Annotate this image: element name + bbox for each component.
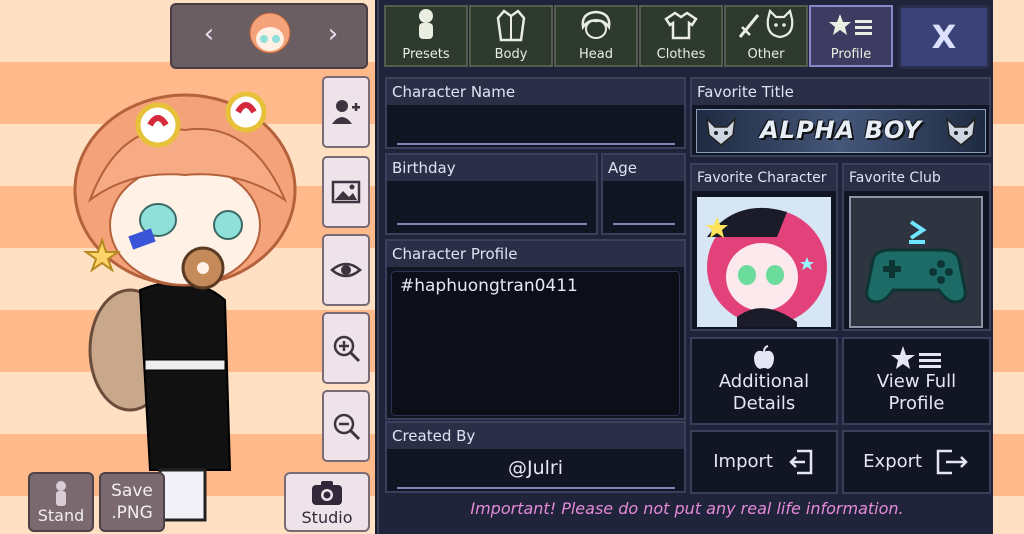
- created-by-underline: [397, 487, 675, 489]
- additional-details-button[interactable]: Additional Details: [690, 337, 838, 425]
- profile-panel: Presets Body Head Clothes Other Profile …: [377, 0, 993, 534]
- character-profile-textarea[interactable]: #haphuongtran0411: [391, 271, 680, 416]
- character-preview-stage: ‹ › Stand Save .PNG Studio: [0, 0, 375, 534]
- hair-icon: [581, 10, 611, 39]
- tab-other[interactable]: Other: [724, 5, 808, 67]
- gamepad-icon: [865, 220, 967, 304]
- jacket-icon: [496, 9, 526, 42]
- export-button[interactable]: Export: [842, 430, 991, 494]
- zoom-out-icon: [333, 413, 361, 441]
- next-character-icon[interactable]: ›: [318, 19, 348, 49]
- stand-figure-icon: [56, 481, 66, 506]
- tab-profile[interactable]: Profile: [809, 5, 893, 67]
- favorite-club-box: Favorite Club: [842, 163, 991, 331]
- preset-figure-icon: [419, 9, 433, 39]
- favorite-title-box: Favorite Title ALPHA BOY: [690, 77, 991, 157]
- age-label: Age: [603, 155, 684, 181]
- age-box: Age: [601, 153, 686, 235]
- character-name-box: Character Name: [385, 77, 686, 149]
- export-label: Export: [863, 451, 923, 472]
- character-illustration: [73, 91, 297, 522]
- created-by-box: Created By @Julri: [385, 421, 686, 493]
- sword-cat-icon: [738, 9, 794, 39]
- character-name-label: Character Name: [387, 79, 684, 105]
- camera-icon: [312, 481, 342, 505]
- png-label: .PNG: [111, 503, 153, 523]
- character-profile-label: Character Profile: [387, 241, 684, 267]
- favorite-title-label: Favorite Title: [692, 79, 989, 105]
- birthday-box: Birthday: [385, 153, 598, 235]
- favorite-club-label: Favorite Club: [844, 165, 989, 191]
- character-profile-text: #haphuongtran0411: [400, 276, 578, 296]
- background-strip: [993, 0, 1024, 534]
- eye-icon: [330, 262, 362, 278]
- character-selector: ‹ ›: [170, 3, 368, 69]
- stand-label: Stand: [37, 506, 85, 525]
- wolf-right-icon: [945, 116, 977, 146]
- created-by-label: Created By: [387, 423, 684, 449]
- wolf-left-icon: [705, 116, 737, 146]
- tab-label: Clothes: [656, 47, 706, 62]
- tab-label: Head: [579, 47, 613, 62]
- favorite-character-image[interactable]: [697, 197, 831, 327]
- zoom-in-button[interactable]: [322, 312, 370, 384]
- tab-label: Profile: [830, 47, 872, 62]
- tab-label: Presets: [402, 47, 450, 62]
- privacy-warning: Important! Please do not put any real li…: [470, 499, 904, 518]
- save-png-button[interactable]: Save .PNG: [99, 472, 165, 532]
- import-label: Import: [713, 451, 773, 472]
- save-label: Save: [111, 481, 153, 501]
- tab-head[interactable]: Head: [554, 5, 638, 67]
- view-full-profile-label: View Full Profile: [876, 371, 957, 414]
- tab-body[interactable]: Body: [469, 5, 553, 67]
- tab-clothes[interactable]: Clothes: [639, 5, 723, 67]
- favorite-character-box: Favorite Character: [690, 163, 838, 331]
- prev-character-icon[interactable]: ‹: [194, 19, 224, 49]
- import-icon: [788, 449, 812, 475]
- birthday-input[interactable]: [397, 223, 587, 225]
- stand-button[interactable]: Stand: [28, 472, 94, 532]
- visibility-button[interactable]: [322, 234, 370, 306]
- export-icon: [936, 449, 968, 475]
- zoom-out-button[interactable]: [322, 390, 370, 462]
- age-input[interactable]: [613, 223, 675, 225]
- view-full-profile-button[interactable]: View Full Profile: [842, 337, 991, 425]
- image-icon: [331, 180, 361, 204]
- background-button[interactable]: [322, 156, 370, 228]
- favorite-title-text: ALPHA BOY: [760, 116, 922, 144]
- tab-presets[interactable]: Presets: [384, 5, 468, 67]
- tab-label: Other: [747, 47, 785, 62]
- tab-label: Body: [494, 47, 528, 62]
- character-name-underline: [397, 143, 675, 145]
- favorite-title-banner[interactable]: ALPHA BOY: [696, 109, 986, 153]
- character-thumbnail[interactable]: [248, 9, 292, 61]
- close-button[interactable]: X: [898, 5, 990, 69]
- studio-button[interactable]: Studio: [284, 472, 370, 532]
- favorite-club-image[interactable]: [849, 196, 983, 328]
- star-list-icon: [890, 346, 941, 369]
- studio-label: Studio: [301, 508, 353, 527]
- apple-icon: [754, 345, 774, 369]
- favorite-character-label: Favorite Character: [692, 165, 836, 191]
- tshirt-icon: [664, 11, 698, 40]
- zoom-in-icon: [333, 335, 361, 363]
- import-button[interactable]: Import: [690, 430, 838, 494]
- additional-details-label: Additional Details: [718, 371, 810, 414]
- star-list-icon: [829, 14, 872, 35]
- birthday-label: Birthday: [387, 155, 596, 181]
- character-profile-box: Character Profile #haphuongtran0411: [385, 239, 686, 420]
- add-person-icon: [332, 100, 360, 124]
- created-by-input[interactable]: @Julri: [387, 457, 684, 479]
- add-character-button[interactable]: [322, 76, 370, 148]
